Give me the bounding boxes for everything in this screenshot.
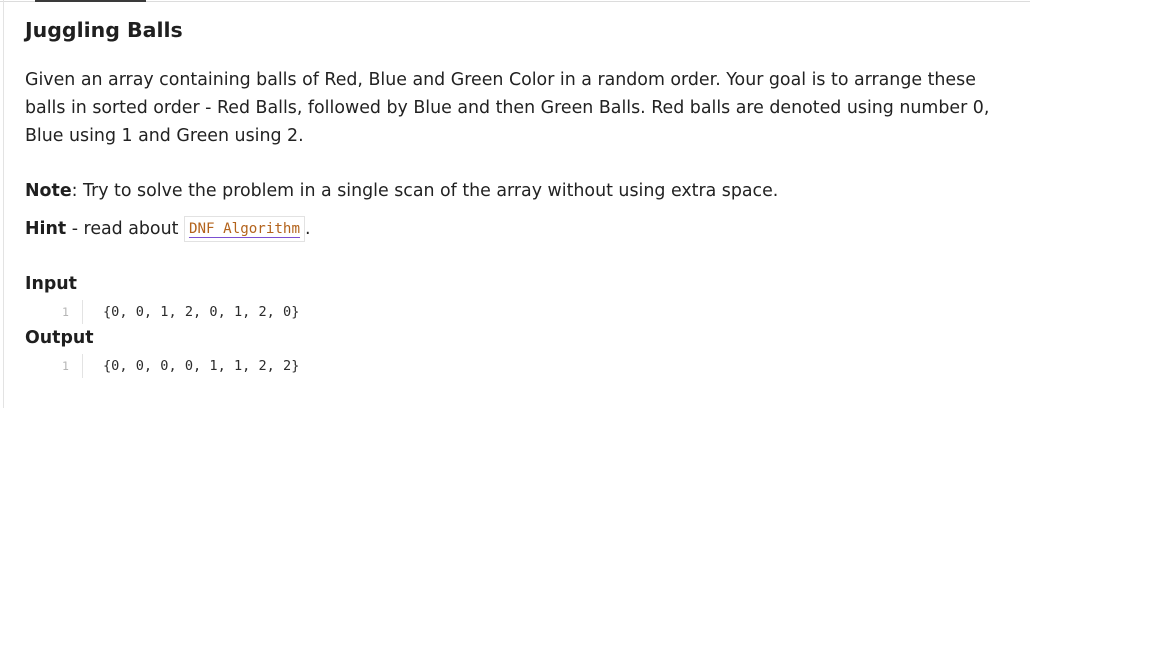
problem-note: Note: Try to solve the problem in a sing…	[25, 177, 778, 205]
note-label: Note	[25, 181, 72, 201]
note-text: : Try to solve the problem in a single s…	[71, 181, 779, 201]
input-code: {0, 0, 1, 2, 0, 1, 2, 0}	[103, 304, 300, 320]
output-gutter-divider	[82, 354, 83, 378]
output-code: {0, 0, 0, 0, 1, 1, 2, 2}	[103, 358, 300, 374]
problem-description: Given an array containing balls of Red, …	[25, 70, 990, 146]
dnf-algorithm-link[interactable]: DNF Algorithm	[183, 216, 305, 242]
left-divider	[3, 0, 4, 408]
active-tab-indicator	[35, 0, 146, 2]
problem-title: Juggling Balls	[25, 18, 183, 42]
output-line-number: 1	[62, 359, 69, 373]
hint-text: - read about	[66, 219, 184, 239]
input-gutter-divider	[82, 300, 83, 324]
input-line-number: 1	[62, 305, 69, 319]
top-divider	[0, 1, 1030, 2]
input-code-block: 1 {0, 0, 1, 2, 0, 1, 2, 0}	[25, 300, 425, 324]
input-label: Input	[25, 274, 77, 294]
hint-label: Hint	[25, 219, 67, 239]
hint-suffix: .	[305, 219, 311, 239]
output-label: Output	[25, 328, 94, 348]
problem-hint: Hint - read about DNF Algorithm.	[25, 215, 311, 243]
output-code-block: 1 {0, 0, 0, 0, 1, 1, 2, 2}	[25, 354, 425, 378]
